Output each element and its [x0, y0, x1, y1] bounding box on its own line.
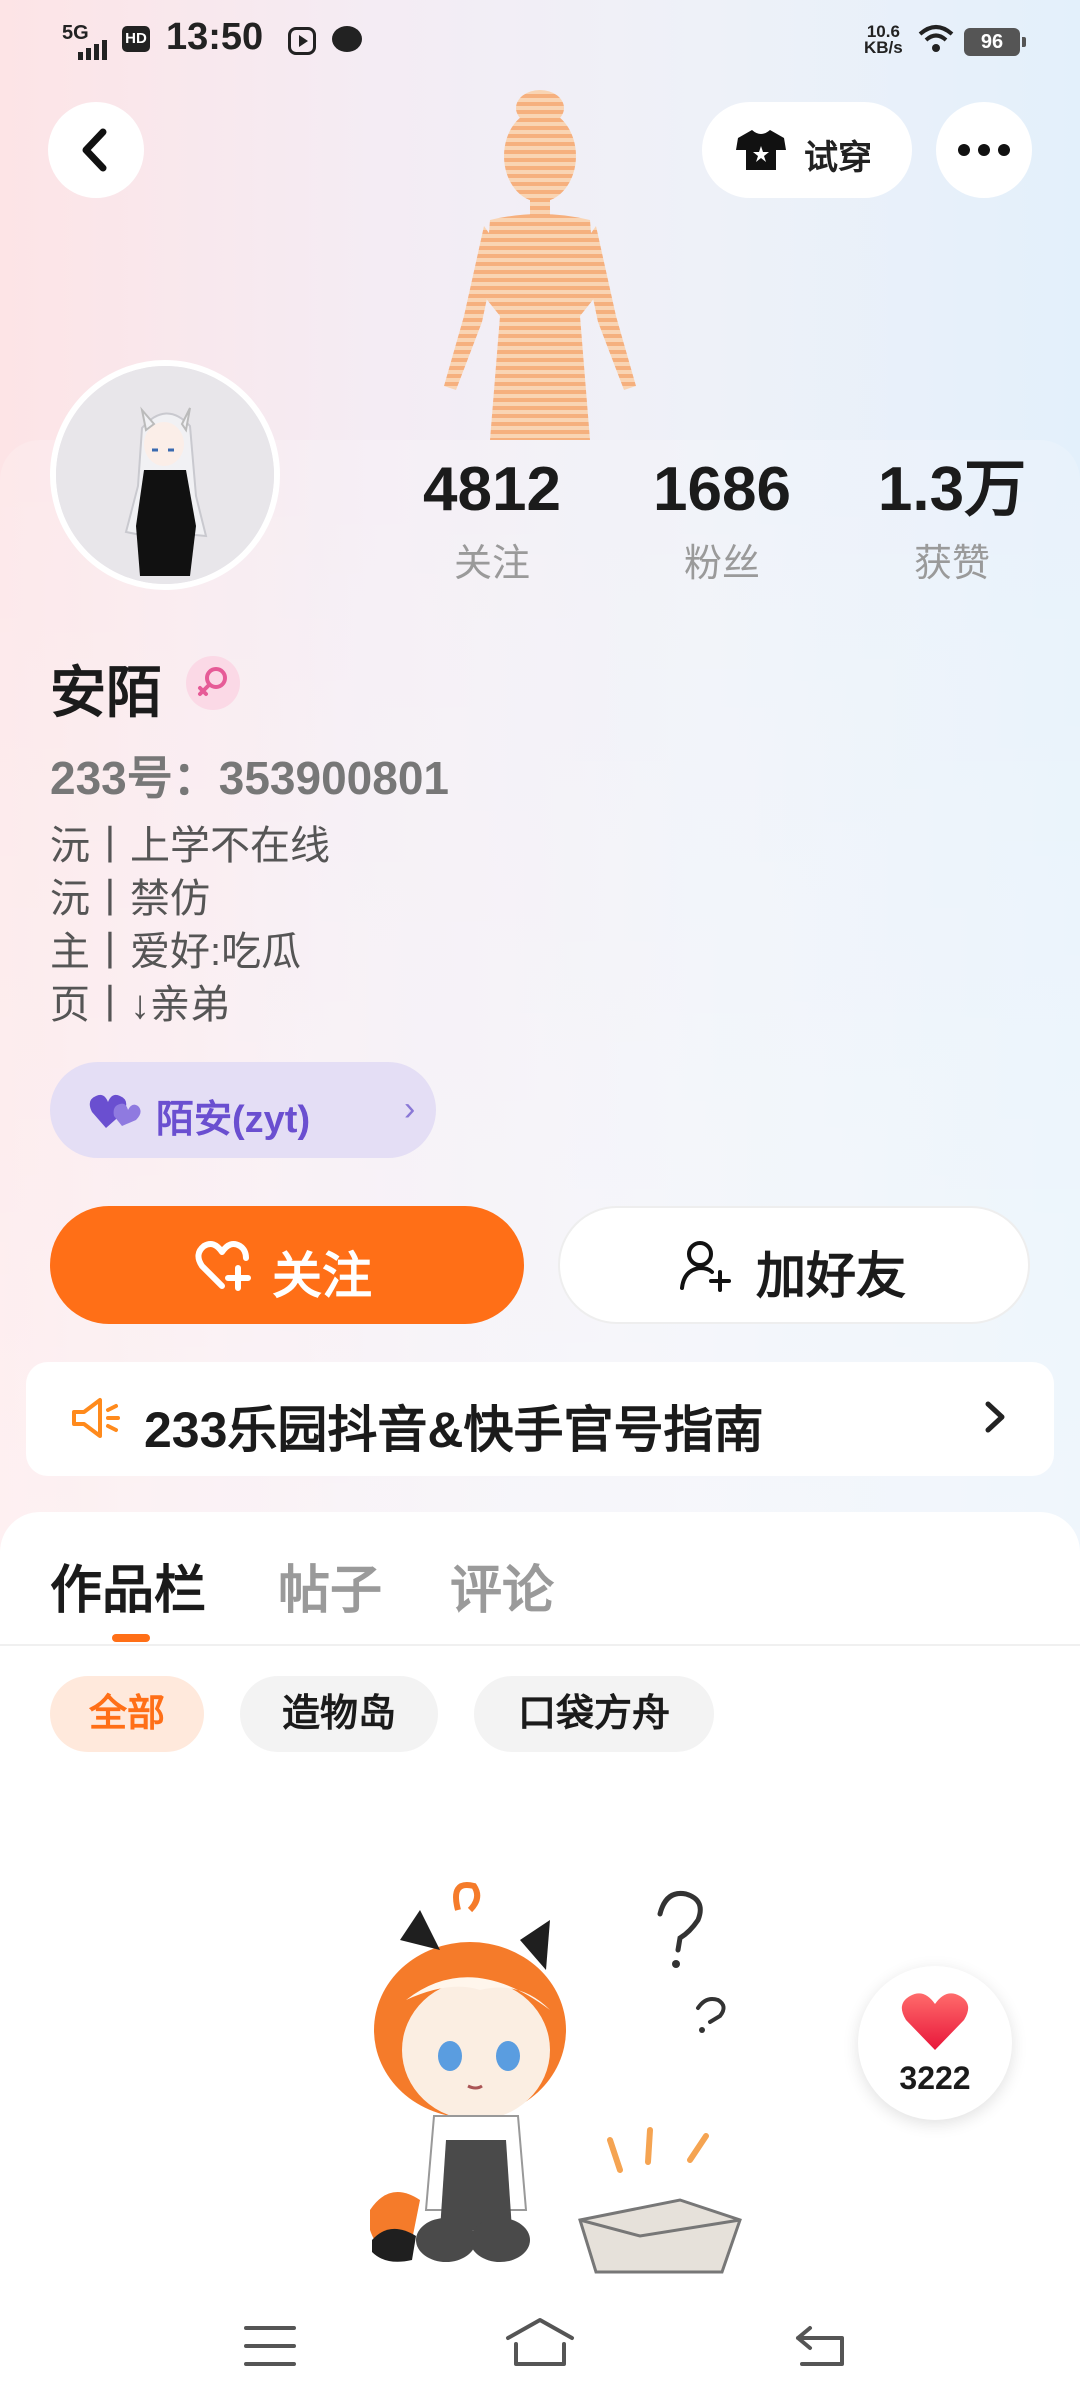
battery-indicator: 96 — [964, 28, 1026, 56]
profile-name: 安陌 — [50, 661, 162, 724]
back-nav-icon[interactable] — [794, 2322, 850, 2370]
tab-comments[interactable]: 评论 — [450, 1548, 554, 1623]
try-on-button[interactable]: 试穿 — [702, 102, 912, 198]
signal-icon — [78, 40, 110, 60]
active-tab-indicator — [112, 1634, 150, 1642]
likes-stat[interactable]: 1.3万 获赞 — [852, 454, 1052, 587]
chevron-right-icon — [985, 1401, 1005, 1433]
filter-chip-creation-island[interactable]: 造物岛 — [240, 1676, 438, 1752]
home-icon[interactable] — [504, 2316, 576, 2368]
bio-line: 沅丨上学不在线 — [50, 824, 330, 868]
avatar-3d-figure — [444, 90, 636, 440]
official-guide-banner[interactable]: 233乐园抖音&快手官号指南 — [26, 1362, 1054, 1476]
message-icon — [332, 26, 362, 52]
status-time: 13:50 — [166, 16, 264, 58]
follow-button[interactable]: 关注 — [50, 1206, 524, 1324]
bio-line: 沅丨禁仿 — [50, 877, 210, 921]
add-person-icon — [680, 1241, 731, 1292]
likes-received-label: 获赞 — [913, 543, 990, 585]
chevron-left-icon — [82, 128, 107, 172]
heart-plus-icon — [195, 1241, 251, 1291]
more-icon — [958, 144, 1010, 156]
filter-chip-all[interactable]: 全部 — [50, 1676, 204, 1752]
likes-received-count: 1.3万 — [877, 455, 1027, 524]
add-friend-button[interactable]: 加好友 — [558, 1206, 1030, 1324]
following-label: 关注 — [453, 543, 530, 585]
guide-banner-text: 233乐园抖音&快手官号指南 — [144, 1402, 764, 1458]
guild-name: 陌安(zyt) — [156, 1099, 311, 1141]
avatar-character-image — [56, 366, 274, 584]
followers-count: 1686 — [653, 455, 791, 524]
female-icon — [186, 656, 240, 710]
followers-stat[interactable]: 1686 粉丝 — [622, 454, 822, 587]
tab-posts[interactable]: 帖子 — [278, 1548, 382, 1623]
network-speed: 10.6 KB/s — [864, 22, 903, 57]
back-button[interactable] — [48, 102, 144, 198]
heart-pair-icon — [89, 1094, 141, 1128]
more-options-button[interactable] — [936, 102, 1032, 198]
user-id: 233号：353900801 — [50, 752, 449, 804]
filter-chip-pocket-ark[interactable]: 口袋方舟 — [474, 1676, 714, 1752]
bio: 沅丨上学不在线 沅丨禁仿 主丨爱好:吃瓜 页丨↓亲弟 — [50, 820, 330, 1032]
try-on-label: 试穿 — [804, 139, 872, 177]
heart-icon — [901, 1993, 969, 2050]
chevron-right-icon: › — [404, 1090, 416, 1128]
empty-state-illustration — [370, 1882, 742, 2274]
tab-divider — [0, 1644, 1080, 1646]
bio-line: 主丨爱好:吃瓜 — [50, 930, 302, 974]
hd-icon: HD — [122, 26, 150, 52]
shirt-icon — [736, 130, 786, 170]
status-bar: 5G HD 13:50 10.6 KB/s 96 — [0, 0, 1080, 80]
like-count: 3222 — [899, 2060, 971, 2096]
following-count: 4812 — [423, 455, 561, 524]
bio-line: 页丨↓亲弟 — [50, 983, 230, 1027]
megaphone-icon — [72, 1398, 120, 1438]
media-play-icon — [288, 27, 316, 55]
tab-works[interactable]: 作品栏 — [50, 1548, 206, 1623]
wifi-icon — [918, 25, 954, 52]
like-button[interactable]: 3222 — [858, 1966, 1012, 2120]
following-stat[interactable]: 4812 关注 — [392, 454, 592, 587]
add-friend-label: 加好友 — [756, 1248, 906, 1304]
menu-icon[interactable] — [244, 2324, 296, 2368]
followers-label: 粉丝 — [683, 543, 760, 585]
follow-label: 关注 — [272, 1248, 372, 1304]
guild-badge-button[interactable]: 陌安(zyt) › — [50, 1062, 436, 1158]
system-navigation-bar — [0, 2284, 1080, 2400]
avatar[interactable] — [50, 360, 280, 590]
